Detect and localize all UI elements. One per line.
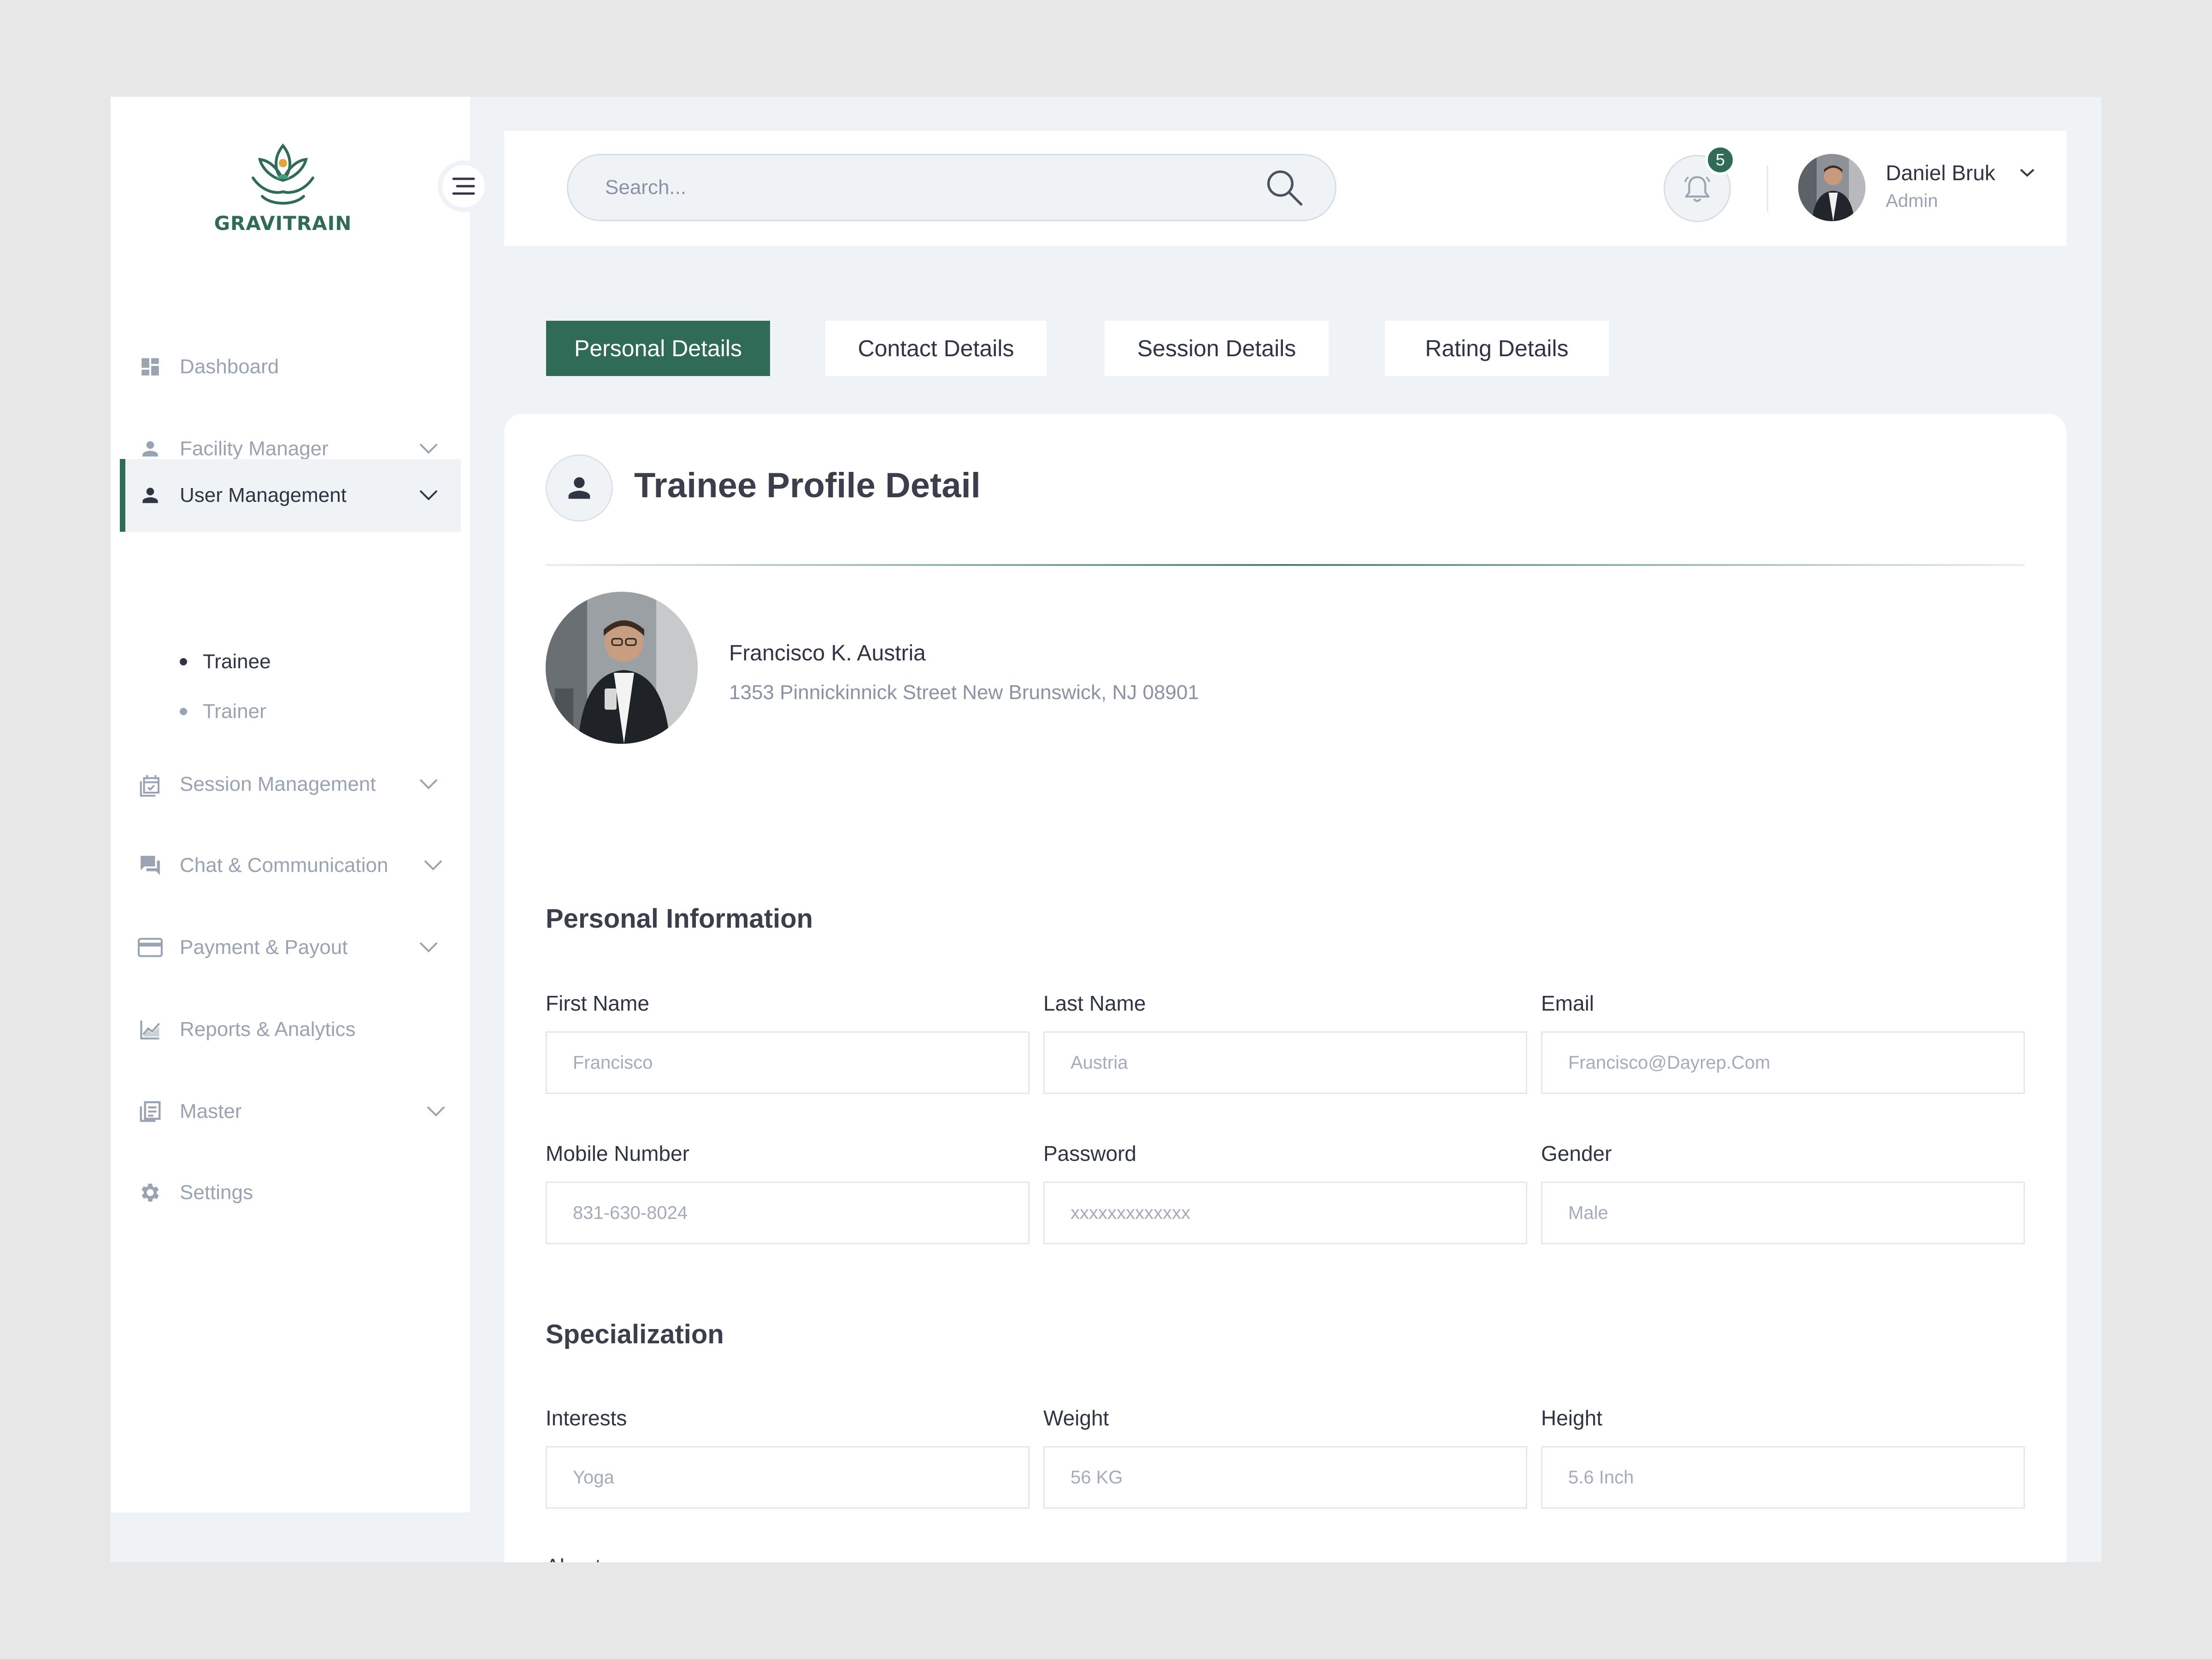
sidebar-subitem-label: Trainer: [203, 700, 266, 723]
chevron-down-icon[interactable]: [415, 771, 442, 798]
brand-name: GRAVITRAIN: [214, 212, 352, 235]
user-name[interactable]: Daniel Bruk: [1886, 160, 1995, 185]
bell-icon: [1684, 176, 1710, 202]
gear-icon: [136, 1179, 164, 1206]
trainee-profile-card: Trainee Profile Detail Francisco K. Aust…: [504, 414, 2066, 1562]
topbar-divider: [1767, 165, 1768, 212]
sidebar-item-master[interactable]: Master: [120, 1076, 461, 1147]
hamburger-icon: [452, 177, 475, 195]
bullet-icon: [180, 708, 187, 715]
interests-field[interactable]: [546, 1446, 1030, 1509]
interests-label: Interests: [546, 1406, 627, 1430]
app-frame: GRAVITRAIN Dashboard Facility Manager Us…: [111, 97, 2101, 1562]
sidebar-item-session-management[interactable]: Session Management: [120, 748, 461, 820]
last-name-field[interactable]: [1043, 1031, 1527, 1094]
bullet-icon: [180, 658, 187, 665]
sidebar-item-label: Facility Manager: [180, 437, 329, 460]
user-role: Admin: [1886, 191, 1938, 211]
dashboard-icon: [136, 353, 164, 381]
sidebar-item-label: Payment & Payout: [180, 936, 348, 959]
height-field[interactable]: [1541, 1446, 2025, 1509]
height-label: Height: [1541, 1406, 1602, 1430]
chevron-down-icon[interactable]: [415, 482, 442, 509]
first-name-label: First Name: [546, 991, 649, 1015]
person-icon: [568, 477, 590, 499]
chevron-down-icon[interactable]: [419, 852, 447, 879]
sidebar-item-label: Dashboard: [180, 355, 279, 378]
chevron-down-icon[interactable]: [422, 1098, 450, 1125]
email-field[interactable]: [1541, 1031, 2025, 1094]
sidebar-item-user-management[interactable]: User Management: [120, 459, 461, 532]
last-name-label: Last Name: [1043, 991, 1146, 1015]
section-title-specialization: Specialization: [546, 1319, 724, 1349]
page-title: Trainee Profile Detail: [634, 466, 981, 505]
search-bar[interactable]: [567, 154, 1336, 221]
tab-session-details[interactable]: Session Details: [1105, 321, 1329, 376]
avatar-photo-icon: [1798, 154, 1865, 221]
profile-address: 1353 Pinnickinnick Street New Brunswick,…: [729, 681, 1199, 704]
sidebar-subitem-trainee[interactable]: Trainee: [180, 643, 271, 680]
sidebar-item-label: Master: [180, 1100, 242, 1123]
password-label: Password: [1043, 1141, 1136, 1165]
profile-photo-icon: [546, 592, 698, 744]
weight-field[interactable]: [1043, 1446, 1527, 1509]
chart-icon: [136, 1016, 164, 1043]
sidebar-item-label: Chat & Communication: [180, 854, 388, 877]
sidebar-item-label: Session Management: [180, 773, 376, 795]
lotus-logo-icon: [252, 143, 314, 205]
mobile-number-label: Mobile Number: [546, 1141, 689, 1165]
search-icon[interactable]: [1261, 165, 1307, 211]
sidebar-item-dashboard[interactable]: Dashboard: [120, 331, 461, 403]
about-label: About: [546, 1554, 601, 1562]
weight-label: Weight: [1043, 1406, 1109, 1430]
mobile-number-field[interactable]: [546, 1182, 1030, 1244]
brand-logo[interactable]: GRAVITRAIN: [209, 141, 357, 235]
sidebar-item-chat-communication[interactable]: Chat & Communication: [120, 830, 461, 901]
topbar: 5 Daniel Bruk Admin: [504, 131, 2066, 246]
card-icon: [136, 934, 164, 961]
sidebar-item-label: Settings: [180, 1181, 253, 1204]
chevron-down-icon[interactable]: [2016, 161, 2039, 184]
person-icon: [136, 435, 164, 463]
chevron-down-icon[interactable]: [415, 934, 442, 961]
tab-rating-details[interactable]: Rating Details: [1385, 321, 1609, 376]
sidebar-item-settings[interactable]: Settings: [120, 1157, 461, 1229]
list-icon: [136, 1098, 164, 1125]
sidebar-item-payment-payout[interactable]: Payment & Payout: [120, 912, 461, 983]
email-label: Email: [1541, 991, 1594, 1015]
search-input[interactable]: [568, 155, 1261, 220]
sidebar-subitem-trainer[interactable]: Trainer: [180, 693, 266, 730]
tab-contact-details[interactable]: Contact Details: [825, 321, 1047, 376]
password-field[interactable]: [1043, 1182, 1527, 1244]
sidebar-item-label: User Management: [180, 484, 347, 506]
title-divider: [546, 564, 2025, 566]
gender-label: Gender: [1541, 1141, 1612, 1165]
first-name-field[interactable]: [546, 1031, 1030, 1094]
notification-badge: 5: [1705, 145, 1735, 175]
chat-icon: [136, 852, 164, 879]
profile-photo: [546, 592, 698, 744]
sidebar: GRAVITRAIN Dashboard Facility Manager Us…: [111, 97, 489, 1512]
sidebar-subitem-label: Trainee: [203, 650, 271, 673]
sidebar-item-label: Reports & Analytics: [180, 1018, 356, 1041]
calendar-icon: [136, 771, 164, 798]
sidebar-item-reports-analytics[interactable]: Reports & Analytics: [120, 994, 461, 1065]
section-title-personal-information: Personal Information: [546, 904, 813, 934]
user-avatar[interactable]: [1798, 154, 1865, 221]
tab-personal-details[interactable]: Personal Details: [546, 321, 770, 376]
person-icon: [136, 482, 164, 509]
gender-field[interactable]: [1541, 1182, 2025, 1244]
menu-toggle-button[interactable]: [438, 160, 489, 212]
chevron-down-icon[interactable]: [415, 435, 442, 463]
profile-name: Francisco K. Austria: [729, 641, 926, 665]
profile-header-icon: [546, 454, 613, 522]
